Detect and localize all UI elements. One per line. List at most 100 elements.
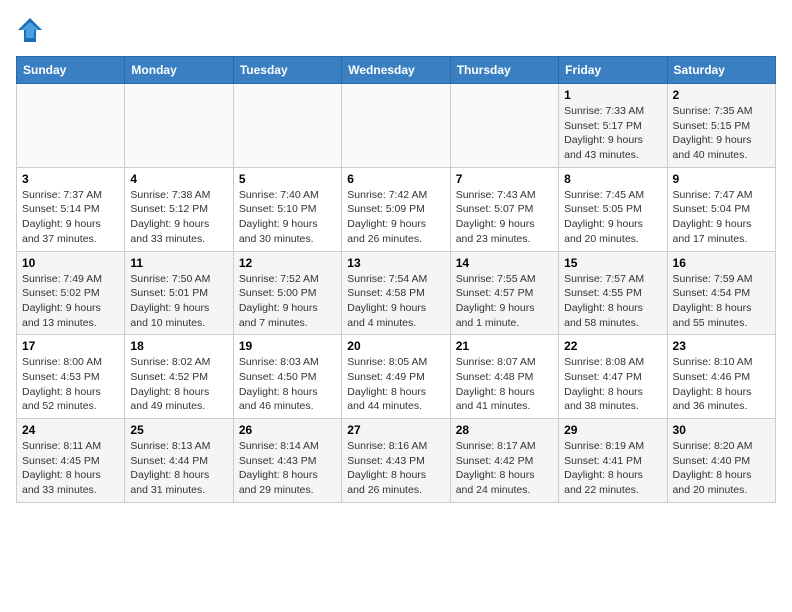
calendar-cell: 4 Sunrise: 7:38 AMSunset: 5:12 PMDaylight… [125, 167, 233, 251]
weekday-header-sunday: Sunday [17, 57, 125, 84]
day-info: Sunrise: 7:45 AMSunset: 5:05 PMDaylight:… [564, 188, 661, 247]
weekday-header-monday: Monday [125, 57, 233, 84]
day-number: 23 [673, 339, 770, 353]
calendar-cell [17, 84, 125, 168]
calendar-cell: 26 Sunrise: 8:14 AMSunset: 4:43 PMDayligh… [233, 419, 341, 503]
day-info: Sunrise: 8:02 AMSunset: 4:52 PMDaylight:… [130, 355, 227, 414]
calendar-cell: 23 Sunrise: 8:10 AMSunset: 4:46 PMDayligh… [667, 335, 775, 419]
day-number: 25 [130, 423, 227, 437]
day-info: Sunrise: 8:05 AMSunset: 4:49 PMDaylight:… [347, 355, 444, 414]
calendar-cell: 18 Sunrise: 8:02 AMSunset: 4:52 PMDayligh… [125, 335, 233, 419]
calendar-cell: 17Sunrise: 8:00 AMSunset: 4:53 PMDayligh… [17, 335, 125, 419]
calendar-cell: 30 Sunrise: 8:20 AMSunset: 4:40 PMDayligh… [667, 419, 775, 503]
calendar-cell [342, 84, 450, 168]
day-info: Sunrise: 8:07 AMSunset: 4:48 PMDaylight:… [456, 355, 553, 414]
calendar-cell: 14Sunrise: 7:55 AMSunset: 4:57 PMDayligh… [450, 251, 558, 335]
day-number: 13 [347, 256, 444, 270]
day-number: 11 [130, 256, 227, 270]
calendar-cell: 1Sunrise: 7:33 AMSunset: 5:17 PMDaylight… [559, 84, 667, 168]
day-info: Sunrise: 7:47 AMSunset: 5:04 PMDaylight:… [673, 188, 770, 247]
calendar-cell [233, 84, 341, 168]
calendar-week-3: 10 Sunrise: 7:49 AMSunset: 5:02 PMDayligh… [17, 251, 776, 335]
day-number: 29 [564, 423, 661, 437]
day-number: 3 [22, 172, 119, 186]
day-info: Sunrise: 7:35 AMSunset: 5:15 PMDaylight:… [673, 104, 770, 163]
calendar-cell: 20 Sunrise: 8:05 AMSunset: 4:49 PMDayligh… [342, 335, 450, 419]
day-info: Sunrise: 7:54 AMSunset: 4:58 PMDaylight:… [347, 272, 444, 331]
calendar-cell [125, 84, 233, 168]
day-info: Sunrise: 8:20 AMSunset: 4:40 PMDaylight:… [673, 439, 770, 498]
day-info: Sunrise: 8:14 AMSunset: 4:43 PMDaylight:… [239, 439, 336, 498]
day-number: 2 [673, 88, 770, 102]
calendar-cell: 9 Sunrise: 7:47 AMSunset: 5:04 PMDaylight… [667, 167, 775, 251]
day-number: 28 [456, 423, 553, 437]
day-info: Sunrise: 8:16 AMSunset: 4:43 PMDaylight:… [347, 439, 444, 498]
calendar-cell: 7Sunrise: 7:43 AMSunset: 5:07 PMDaylight… [450, 167, 558, 251]
day-number: 6 [347, 172, 444, 186]
weekday-header-saturday: Saturday [667, 57, 775, 84]
day-info: Sunrise: 8:13 AMSunset: 4:44 PMDaylight:… [130, 439, 227, 498]
day-number: 1 [564, 88, 661, 102]
day-number: 24 [22, 423, 119, 437]
day-number: 26 [239, 423, 336, 437]
day-info: Sunrise: 8:08 AMSunset: 4:47 PMDaylight:… [564, 355, 661, 414]
day-info: Sunrise: 7:40 AMSunset: 5:10 PMDaylight:… [239, 188, 336, 247]
day-info: Sunrise: 7:38 AMSunset: 5:12 PMDaylight:… [130, 188, 227, 247]
logo [16, 16, 48, 44]
day-info: Sunrise: 8:11 AMSunset: 4:45 PMDaylight:… [22, 439, 119, 498]
calendar-cell: 12 Sunrise: 7:52 AMSunset: 5:00 PMDayligh… [233, 251, 341, 335]
header [16, 16, 776, 44]
day-info: Sunrise: 8:19 AMSunset: 4:41 PMDaylight:… [564, 439, 661, 498]
day-number: 5 [239, 172, 336, 186]
calendar-cell: 21 Sunrise: 8:07 AMSunset: 4:48 PMDayligh… [450, 335, 558, 419]
day-info: Sunrise: 7:42 AMSunset: 5:09 PMDaylight:… [347, 188, 444, 247]
calendar-cell: 6 Sunrise: 7:42 AMSunset: 5:09 PMDaylight… [342, 167, 450, 251]
day-info: Sunrise: 7:55 AMSunset: 4:57 PMDaylight:… [456, 272, 553, 331]
day-number: 9 [673, 172, 770, 186]
weekday-header-wednesday: Wednesday [342, 57, 450, 84]
weekday-header-thursday: Thursday [450, 57, 558, 84]
day-number: 10 [22, 256, 119, 270]
calendar-table: SundayMondayTuesdayWednesdayThursdayFrid… [16, 56, 776, 503]
calendar-week-4: 17Sunrise: 8:00 AMSunset: 4:53 PMDayligh… [17, 335, 776, 419]
calendar-cell: 29 Sunrise: 8:19 AMSunset: 4:41 PMDayligh… [559, 419, 667, 503]
calendar-cell: 16 Sunrise: 7:59 AMSunset: 4:54 PMDayligh… [667, 251, 775, 335]
day-number: 18 [130, 339, 227, 353]
day-info: Sunrise: 7:59 AMSunset: 4:54 PMDaylight:… [673, 272, 770, 331]
day-number: 21 [456, 339, 553, 353]
day-number: 4 [130, 172, 227, 186]
day-number: 30 [673, 423, 770, 437]
calendar-week-1: 1Sunrise: 7:33 AMSunset: 5:17 PMDaylight… [17, 84, 776, 168]
day-number: 27 [347, 423, 444, 437]
day-number: 19 [239, 339, 336, 353]
logo-icon [16, 16, 44, 44]
day-info: Sunrise: 8:17 AMSunset: 4:42 PMDaylight:… [456, 439, 553, 498]
calendar-cell [450, 84, 558, 168]
day-number: 15 [564, 256, 661, 270]
calendar-cell: 15 Sunrise: 7:57 AMSunset: 4:55 PMDayligh… [559, 251, 667, 335]
day-info: Sunrise: 8:10 AMSunset: 4:46 PMDaylight:… [673, 355, 770, 414]
weekday-header-row: SundayMondayTuesdayWednesdayThursdayFrid… [17, 57, 776, 84]
day-info: Sunrise: 7:49 AMSunset: 5:02 PMDaylight:… [22, 272, 119, 331]
day-info: Sunrise: 7:50 AMSunset: 5:01 PMDaylight:… [130, 272, 227, 331]
day-number: 7 [456, 172, 553, 186]
calendar-week-5: 24 Sunrise: 8:11 AMSunset: 4:45 PMDayligh… [17, 419, 776, 503]
calendar-cell: 10 Sunrise: 7:49 AMSunset: 5:02 PMDayligh… [17, 251, 125, 335]
day-number: 20 [347, 339, 444, 353]
day-number: 22 [564, 339, 661, 353]
day-number: 12 [239, 256, 336, 270]
calendar-cell: 3 Sunrise: 7:37 AMSunset: 5:14 PMDaylight… [17, 167, 125, 251]
day-info: Sunrise: 7:37 AMSunset: 5:14 PMDaylight:… [22, 188, 119, 247]
weekday-header-tuesday: Tuesday [233, 57, 341, 84]
day-info: Sunrise: 7:52 AMSunset: 5:00 PMDaylight:… [239, 272, 336, 331]
calendar-cell: 8Sunrise: 7:45 AMSunset: 5:05 PMDaylight… [559, 167, 667, 251]
day-info: Sunrise: 8:03 AMSunset: 4:50 PMDaylight:… [239, 355, 336, 414]
calendar-cell: 28 Sunrise: 8:17 AMSunset: 4:42 PMDayligh… [450, 419, 558, 503]
calendar-cell: 5 Sunrise: 7:40 AMSunset: 5:10 PMDaylight… [233, 167, 341, 251]
day-number: 16 [673, 256, 770, 270]
calendar-cell: 22 Sunrise: 8:08 AMSunset: 4:47 PMDayligh… [559, 335, 667, 419]
calendar-cell: 19 Sunrise: 8:03 AMSunset: 4:50 PMDayligh… [233, 335, 341, 419]
day-info: Sunrise: 7:57 AMSunset: 4:55 PMDaylight:… [564, 272, 661, 331]
day-number: 17 [22, 339, 119, 353]
calendar-cell: 25 Sunrise: 8:13 AMSunset: 4:44 PMDayligh… [125, 419, 233, 503]
